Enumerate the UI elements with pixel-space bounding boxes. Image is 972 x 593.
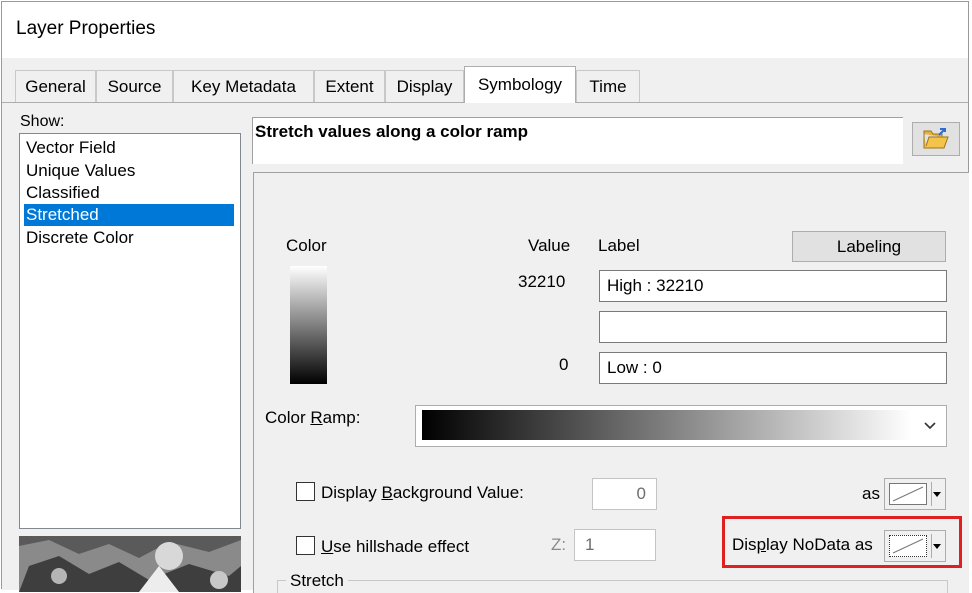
hillshade-label: Use hillshade effect	[321, 537, 470, 556]
tab-time[interactable]: Time	[576, 70, 640, 102]
tab-key-metadata[interactable]: Key Metadata	[173, 70, 314, 102]
color-ramp-preview	[422, 410, 912, 440]
hillshade-checkbox[interactable]	[296, 536, 315, 555]
divider	[931, 534, 932, 558]
no-color-swatch-icon	[889, 483, 927, 505]
color-header: Color	[286, 236, 327, 255]
background-value-field[interactable]: 0	[592, 478, 657, 510]
z-factor-label: Z:	[551, 535, 567, 554]
list-item-selected[interactable]: Stretched	[24, 204, 234, 226]
tab-symbology[interactable]: Symbology	[464, 66, 576, 103]
list-item[interactable]: Discrete Color	[24, 227, 234, 249]
renderer-listbox[interactable]: Vector Field Unique Values Classified St…	[19, 133, 241, 529]
raster-preview-thumbnail	[19, 536, 241, 592]
load-layer-button[interactable]	[912, 122, 960, 156]
list-item[interactable]: Vector Field	[24, 137, 234, 159]
labeling-button[interactable]: Labeling	[792, 231, 946, 262]
background-color-picker[interactable]	[884, 478, 946, 510]
open-folder-icon	[923, 128, 949, 149]
tab-general[interactable]: General	[15, 70, 96, 102]
show-label: Show:	[20, 113, 65, 130]
dropdown-arrow-icon	[933, 544, 941, 549]
value-header: Value	[528, 236, 571, 255]
mid-label-field[interactable]	[599, 311, 947, 343]
z-factor-field[interactable]: 1	[574, 529, 656, 561]
dropdown-arrow-icon	[933, 492, 941, 497]
nodata-color-picker[interactable]	[884, 530, 946, 562]
label-header: Label	[598, 236, 640, 255]
low-label-field[interactable]: Low : 0	[599, 352, 947, 384]
color-preview-bar	[290, 266, 327, 384]
tab-source[interactable]: Source	[96, 70, 173, 102]
list-item[interactable]: Classified	[24, 182, 234, 204]
renderer-description: Stretch values along a color ramp	[255, 122, 529, 141]
background-as-label: as	[862, 484, 880, 503]
list-item[interactable]: Unique Values	[24, 160, 234, 182]
stretch-group-box	[277, 580, 948, 593]
chevron-down-icon[interactable]	[922, 418, 938, 434]
color-ramp-label: Color Ramp:	[265, 408, 361, 427]
high-value: 32210	[518, 272, 566, 291]
background-value-label: Display Background Value:	[321, 483, 524, 502]
stretch-group-label: Stretch	[286, 571, 348, 591]
nodata-label: Display NoData as	[732, 535, 873, 554]
window-title: Layer Properties	[16, 18, 156, 39]
divider	[931, 482, 932, 506]
tab-display[interactable]: Display	[385, 70, 464, 102]
low-value: 0	[559, 355, 569, 374]
no-color-swatch-icon	[889, 535, 927, 557]
high-label-field[interactable]: High : 32210	[599, 270, 947, 302]
background-value-checkbox[interactable]	[296, 482, 315, 501]
tab-extent[interactable]: Extent	[314, 70, 385, 102]
